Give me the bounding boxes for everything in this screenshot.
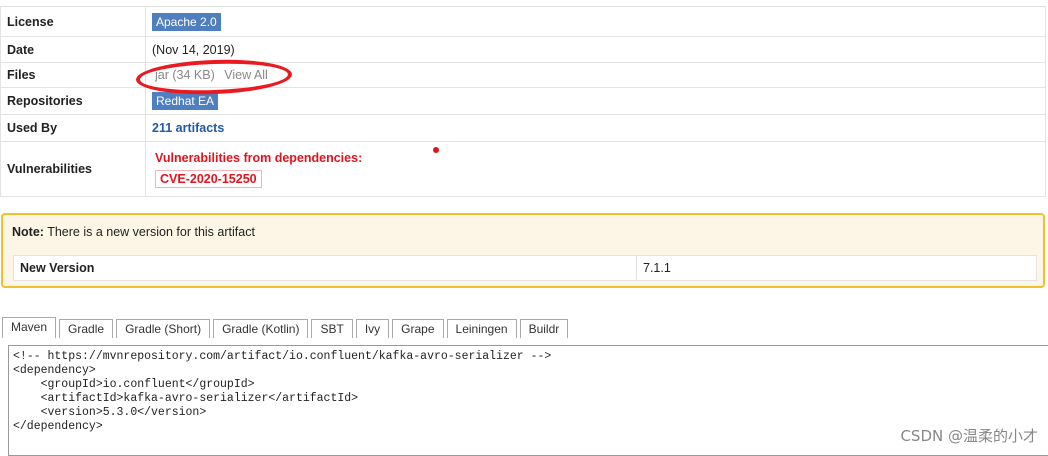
- red-annotation-dot: [433, 147, 439, 153]
- cve-link[interactable]: CVE-2020-15250: [155, 169, 262, 188]
- repositories-row: Repositories Redhat EA: [0, 87, 1046, 115]
- used-by-label: Used By: [0, 114, 146, 142]
- new-version-row: New Version 7.1.1: [13, 255, 1037, 281]
- files-label: Files: [0, 62, 146, 88]
- tab-leiningen[interactable]: Leiningen: [446, 319, 517, 338]
- vulnerabilities-title: Vulnerabilities from dependencies:: [155, 150, 363, 165]
- repositories-label: Repositories: [0, 87, 146, 115]
- date-label: Date: [0, 36, 146, 63]
- note-message: There is a new version for this artifact: [43, 225, 255, 239]
- new-version-value[interactable]: 7.1.1: [636, 255, 1037, 281]
- new-version-label: New Version: [13, 255, 637, 281]
- csdn-watermark: CSDN @温柔的小才: [900, 427, 1038, 445]
- used-by-row: Used By 211 artifacts: [0, 114, 1046, 142]
- license-label: License: [0, 6, 146, 37]
- new-version-note: Note: There is a new version for this ar…: [1, 213, 1045, 288]
- build-tool-tabs: Maven Gradle Gradle (Short) Gradle (Kotl…: [0, 317, 571, 338]
- tab-grape[interactable]: Grape: [392, 319, 444, 338]
- dependency-snippet-textarea[interactable]: <!-- https://mvnrepository.com/artifact/…: [8, 345, 1048, 456]
- artifact-info-table: License Apache 2.0 Date (Nov 14, 2019) F…: [0, 6, 1046, 197]
- date-row: Date (Nov 14, 2019): [0, 36, 1046, 63]
- note-prefix: Note:: [12, 225, 44, 239]
- repository-badge[interactable]: Redhat EA: [152, 92, 219, 110]
- vulnerabilities-label: Vulnerabilities: [0, 141, 146, 197]
- tab-sbt[interactable]: SBT: [311, 319, 353, 338]
- note-text: Note: There is a new version for this ar…: [12, 225, 255, 239]
- tab-maven[interactable]: Maven: [2, 317, 57, 338]
- vulnerabilities-row: Vulnerabilities Vulnerabilities from dep…: [0, 141, 1046, 197]
- license-row: License Apache 2.0: [0, 6, 1046, 37]
- tab-ivy[interactable]: Ivy: [355, 319, 390, 338]
- tab-gradle[interactable]: Gradle: [59, 319, 114, 338]
- license-badge[interactable]: Apache 2.0: [152, 12, 221, 31]
- used-by-link[interactable]: 211 artifacts: [152, 121, 224, 135]
- date-value: (Nov 14, 2019): [145, 36, 1046, 63]
- new-version-table: New Version 7.1.1: [13, 255, 1037, 281]
- tab-gradle-kotlin[interactable]: Gradle (Kotlin): [213, 319, 309, 338]
- tab-buildr[interactable]: Buildr: [519, 319, 569, 338]
- tab-gradle-short[interactable]: Gradle (Short): [116, 319, 211, 338]
